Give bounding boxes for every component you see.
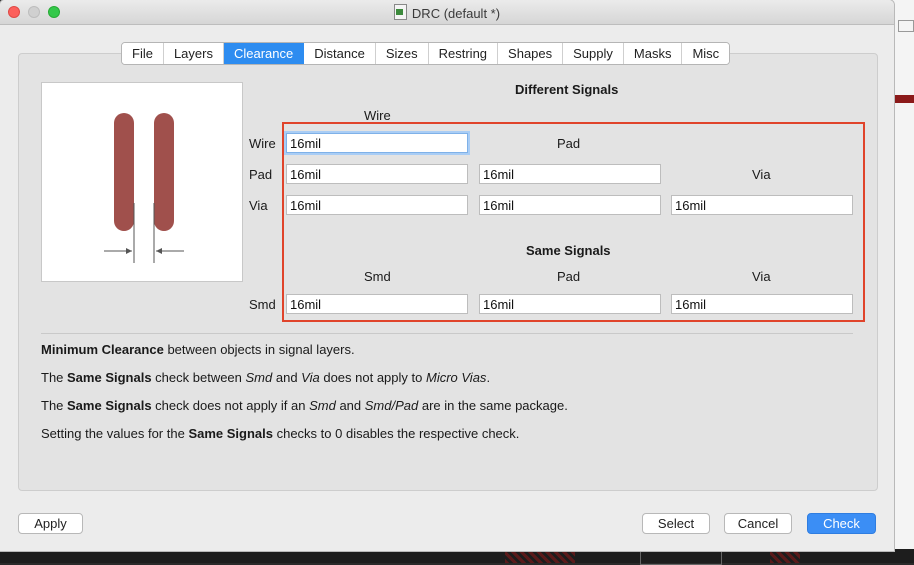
- note-italic: Micro Vias: [425, 370, 487, 385]
- note-bold: Same Signals: [188, 426, 273, 441]
- note-italic: Via: [301, 370, 320, 385]
- note-italic: Smd/Pad: [364, 398, 419, 413]
- select-button[interactable]: Select: [642, 513, 710, 534]
- note-bold: Same Signals: [67, 370, 152, 385]
- tab-masks[interactable]: Masks: [623, 43, 683, 64]
- tab-shapes[interactable]: Shapes: [498, 43, 564, 64]
- background-window-strip: [892, 0, 914, 563]
- clearance-arrows-icon: [104, 203, 184, 263]
- background-window-element: [892, 95, 914, 103]
- tab-supply[interactable]: Supply: [563, 43, 624, 64]
- different-signals-heading: Different Signals: [515, 82, 619, 97]
- window-title: DRC (default *): [411, 6, 501, 21]
- background-pcb-shape: [505, 551, 575, 563]
- row-wire-label: Wire: [249, 136, 276, 151]
- tab-misc[interactable]: Misc: [682, 43, 730, 64]
- background-pcb-editor: [0, 549, 914, 565]
- note-minimum-clearance: Minimum Clearance between objects in sig…: [41, 342, 355, 357]
- note-text: Setting the values for the: [41, 426, 189, 441]
- row-pad-label: Pad: [249, 167, 273, 182]
- highlight-box: [282, 122, 865, 322]
- divider: [41, 333, 853, 334]
- note-bold: Minimum Clearance: [41, 342, 164, 357]
- window-title-wrap: DRC (default *): [0, 4, 894, 21]
- note-text: The: [41, 370, 68, 385]
- note-text: checks to 0 disables the respective chec…: [272, 426, 520, 441]
- apply-button[interactable]: Apply: [18, 513, 83, 534]
- document-icon: [393, 4, 407, 20]
- row-smd-label: Smd: [249, 297, 276, 312]
- note-text: and: [272, 370, 302, 385]
- row-via-label: Via: [249, 198, 268, 213]
- check-button[interactable]: Check: [807, 513, 876, 534]
- note-italic: Smd: [309, 398, 336, 413]
- note-bold: Same Signals: [67, 398, 152, 413]
- tab-file[interactable]: File: [122, 43, 164, 64]
- note-text: are in the same package.: [418, 398, 568, 413]
- tab-restring[interactable]: Restring: [428, 43, 499, 64]
- note-text: .: [486, 370, 491, 385]
- note-text: and: [335, 398, 365, 413]
- tab-clearance[interactable]: Clearance: [223, 43, 305, 64]
- note-same-package: The Same Signals check does not apply if…: [41, 398, 568, 413]
- note-text: between objects in signal layers.: [163, 342, 355, 357]
- note-italic: Smd: [245, 370, 273, 385]
- drc-dialog: DRC (default *) File Layers Clearance Di…: [0, 0, 894, 551]
- tab-distance[interactable]: Distance: [304, 43, 376, 64]
- note-text: does not apply to: [319, 370, 426, 385]
- note-text: check does not apply if an: [151, 398, 310, 413]
- title-bar[interactable]: DRC (default *): [0, 0, 894, 25]
- background-window-element: [898, 20, 914, 32]
- note-micro-vias: The Same Signals check between Smd and V…: [41, 370, 490, 385]
- note-text: check between: [151, 370, 246, 385]
- tab-sizes[interactable]: Sizes: [375, 43, 429, 64]
- tab-layers[interactable]: Layers: [163, 43, 224, 64]
- cancel-button[interactable]: Cancel: [724, 513, 792, 534]
- background-pcb-shape: [770, 551, 800, 563]
- note-zero-disables: Setting the values for the Same Signals …: [41, 426, 519, 441]
- tab-bar: File Layers Clearance Distance Sizes Res…: [121, 42, 731, 65]
- clearance-preview-image: [41, 82, 243, 282]
- note-text: The: [41, 398, 68, 413]
- col-wire-label: Wire: [364, 108, 391, 123]
